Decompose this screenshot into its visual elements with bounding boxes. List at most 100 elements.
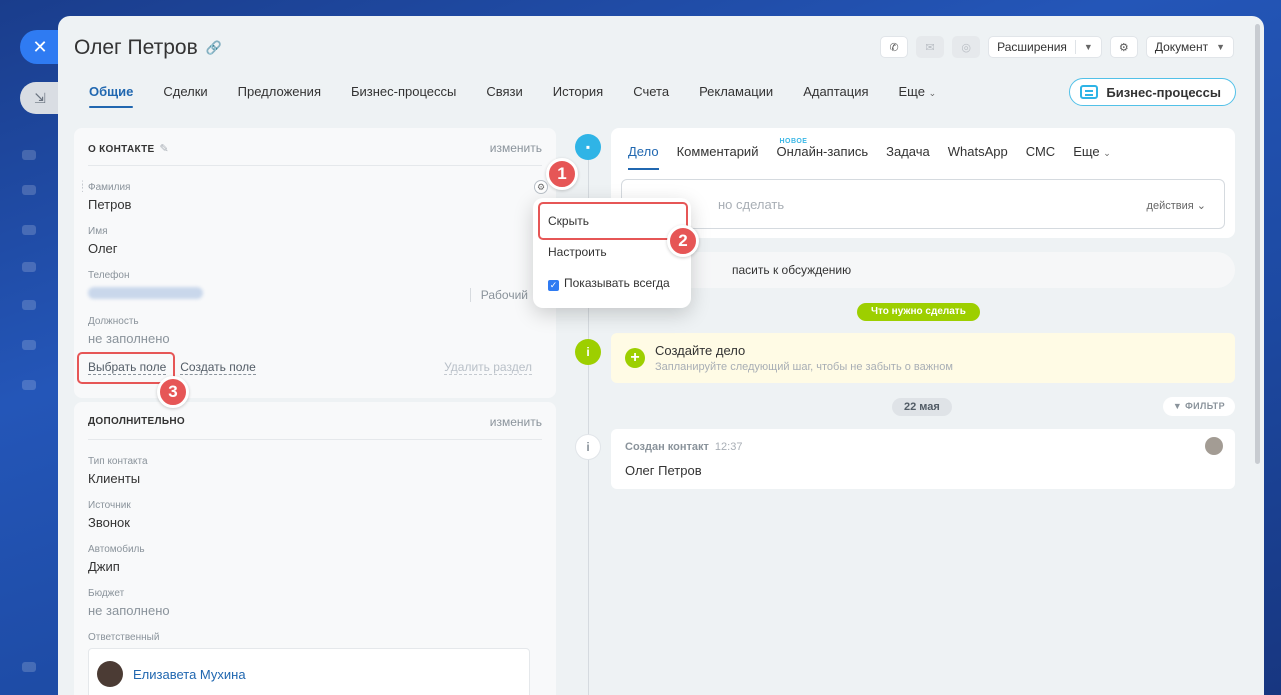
divider xyxy=(1074,40,1076,54)
filter-button[interactable]: ▼ ФИЛЬТР xyxy=(1162,397,1235,416)
annotation-badge-3: 3 xyxy=(157,376,189,408)
document-dropdown[interactable]: Документ ▼ xyxy=(1145,36,1234,58)
field-value[interactable]: не заполнено xyxy=(88,331,170,346)
chat-button[interactable]: ◎ xyxy=(952,36,981,58)
checkbox-checked-icon[interactable]: ✓ xyxy=(548,280,559,291)
field-label: Имя xyxy=(88,226,108,237)
editor-tab-comment[interactable]: Комментарий xyxy=(668,140,768,164)
field-budget: Бюджет не заполнено xyxy=(88,588,170,618)
chevron-down-icon: ⌄ xyxy=(1103,148,1111,158)
field-label: Тип контакта xyxy=(88,456,148,467)
card-edit-link[interactable]: изменить xyxy=(490,415,542,429)
event-body: Олег Петров xyxy=(625,463,702,478)
business-processes-button[interactable]: Бизнес-процессы xyxy=(1069,78,1236,106)
extensions-dropdown[interactable]: Расширения ▼ xyxy=(988,36,1102,58)
todo-input[interactable]: но сделать действия ⌄ xyxy=(621,179,1225,229)
chevron-down-icon: ▼ xyxy=(1083,42,1093,52)
menu-item-configure[interactable]: Настроить xyxy=(548,245,607,259)
delete-section-link[interactable]: Удалить раздел xyxy=(444,360,532,375)
editor-tab-todo[interactable]: Дело xyxy=(619,140,668,170)
pencil-icon[interactable]: ✎ xyxy=(160,143,170,155)
info-icon: i xyxy=(575,339,601,365)
history-info-icon: i xyxy=(575,434,601,460)
drag-handle-icon[interactable]: ⋮ ⋮ xyxy=(78,180,87,193)
editor-tab-sms[interactable]: СМС xyxy=(1017,140,1064,164)
card-edit-link[interactable]: изменить xyxy=(490,141,542,155)
field-value[interactable]: Клиенты xyxy=(88,471,148,486)
tab-quotes[interactable]: Предложения xyxy=(223,78,336,106)
settings-button[interactable]: ⚙ xyxy=(1109,36,1138,58)
side-icon xyxy=(22,340,36,350)
mail-icon: ✉ xyxy=(925,41,935,54)
tab-claims[interactable]: Рекламации xyxy=(684,78,788,106)
editor-tab-booking[interactable]: НОВОЕ Онлайн-запись xyxy=(767,138,877,164)
event-time: 12:37 xyxy=(714,441,743,453)
field-contact-type: Тип контакта Клиенты xyxy=(88,456,148,486)
event-header: Создан контакт 12:37 xyxy=(625,441,742,453)
editor-tab-whatsapp[interactable]: WhatsApp xyxy=(939,140,1017,164)
create-todo-card[interactable]: + Создайте дело Запланируйте следующий ш… xyxy=(611,333,1235,383)
annotation-badge-2: 2 xyxy=(667,225,699,257)
card-title-text: О КОНТАКТЕ xyxy=(88,144,155,155)
always-show-label: Показывать всегда xyxy=(564,276,670,290)
tab-adaptation[interactable]: Адаптация xyxy=(788,78,883,106)
tab-general[interactable]: Общие xyxy=(74,78,148,108)
email-button[interactable]: ✉ xyxy=(916,36,945,58)
field-value[interactable]: Петров xyxy=(88,197,131,212)
phone-icon: ✆ xyxy=(889,41,899,54)
minimize-slider-button[interactable]: ⇲ xyxy=(20,82,60,114)
discussion-invite[interactable]: пасить к обсуждению xyxy=(611,252,1235,288)
field-first-name: Имя Олег xyxy=(88,226,118,256)
field-gear-icon[interactable]: ⚙ xyxy=(534,180,548,194)
field-value[interactable]: Звонок xyxy=(88,515,131,530)
document-label: Документ xyxy=(1154,40,1209,54)
tab-business-processes[interactable]: Бизнес-процессы xyxy=(336,78,471,106)
editor-tab-more[interactable]: Еще ⌄ xyxy=(1064,140,1120,164)
field-label: Телефон xyxy=(88,270,130,281)
actions-dropdown[interactable]: действия ⌄ xyxy=(1147,199,1206,212)
scrollbar[interactable] xyxy=(1255,24,1260,464)
field-label: Источник xyxy=(88,500,131,511)
create-field-link[interactable]: Создать поле xyxy=(180,360,256,375)
chevron-down-icon: ⌄ xyxy=(1196,200,1206,212)
event-title: Создан контакт xyxy=(625,441,709,453)
field-value[interactable]: Джип xyxy=(88,559,145,574)
tab-deals[interactable]: Сделки xyxy=(148,78,222,106)
editor-tab-task[interactable]: Задача xyxy=(877,140,939,164)
side-icon xyxy=(22,380,36,390)
tab-more[interactable]: Еще ⌄ xyxy=(884,78,952,106)
tab-invoices[interactable]: Счета xyxy=(618,78,684,106)
field-label: Автомобиль xyxy=(88,544,145,555)
call-button[interactable]: ✆ xyxy=(880,36,909,58)
editor-tab-label: Еще xyxy=(1073,144,1100,159)
contact-slider: Олег Петров 🔗 ✆ ✉ ◎ Расширения ▼ ⚙ Докум… xyxy=(58,16,1264,695)
tab-more-label: Еще xyxy=(898,84,925,99)
tab-relations[interactable]: Связи xyxy=(471,78,537,106)
editor-tabs: Дело Комментарий НОВОЕ Онлайн-запись Зад… xyxy=(619,138,1120,170)
avatar xyxy=(97,661,123,687)
field-value[interactable]: не заполнено xyxy=(88,603,170,618)
tab-history[interactable]: История xyxy=(538,78,618,106)
todo-section-pill: Что нужно сделать xyxy=(857,303,980,321)
field-value[interactable]: Олег xyxy=(88,241,118,256)
highlight-hide xyxy=(538,202,688,240)
chevron-down-icon: ⌄ xyxy=(928,88,937,98)
field-phone: Телефон xyxy=(88,270,203,299)
additional-card: ДОПОЛНИТЕЛЬНО изменить Тип контакта Клие… xyxy=(74,402,556,695)
responsible-name[interactable]: Елизавета Мухина xyxy=(133,667,246,682)
side-icon xyxy=(22,300,36,310)
business-process-icon xyxy=(1080,85,1099,99)
side-icon xyxy=(22,185,36,195)
bp-button-label: Бизнес-процессы xyxy=(1106,84,1221,100)
link-icon[interactable]: 🔗 xyxy=(206,40,222,56)
plus-icon[interactable]: + xyxy=(625,348,645,368)
avatar xyxy=(1205,437,1223,455)
phone-type: Рабочий xyxy=(469,288,528,302)
actions-label: действия xyxy=(1146,200,1194,212)
side-icon xyxy=(22,225,36,235)
phone-value-blurred[interactable] xyxy=(88,287,203,299)
menu-item-always-show[interactable]: ✓ Показывать всегда xyxy=(548,276,670,291)
close-slider-button[interactable]: ✕ xyxy=(20,30,60,64)
responsible-box[interactable]: Елизавета Мухина xyxy=(88,648,530,695)
chat-icon: ◎ xyxy=(961,41,971,54)
